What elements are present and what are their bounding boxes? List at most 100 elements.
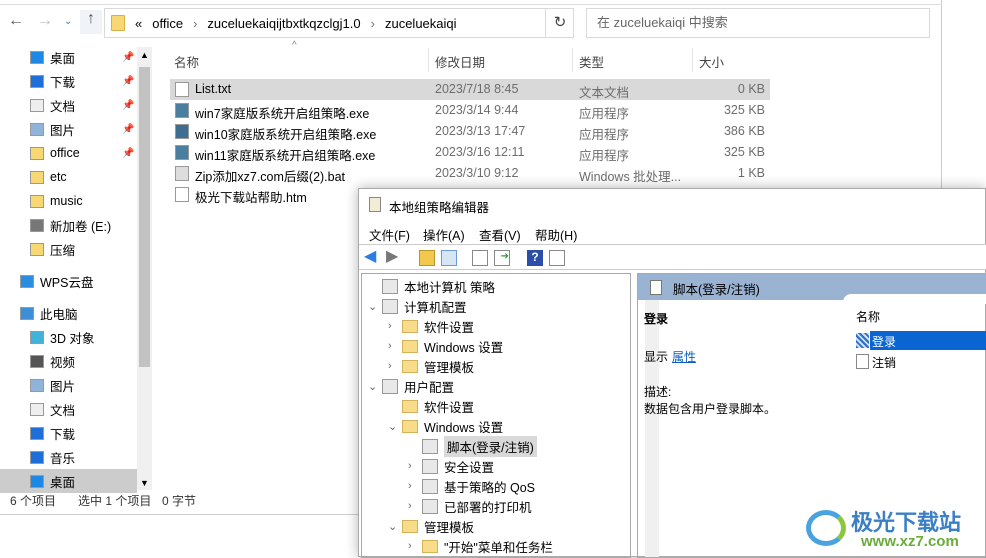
help-icon[interactable]: ? bbox=[527, 250, 543, 266]
properties-link[interactable]: 属性 bbox=[672, 348, 696, 365]
sidebar-item[interactable]: etc bbox=[0, 165, 137, 189]
column-divider[interactable] bbox=[572, 48, 573, 72]
scrollbar-thumb[interactable] bbox=[139, 67, 150, 367]
sidebar-item[interactable]: 此电脑 bbox=[0, 301, 137, 325]
tree-node-label: 管理模板 bbox=[424, 360, 475, 375]
file-name: 极光下载站帮助.htm bbox=[195, 191, 307, 205]
expand-toggle-icon[interactable]: ⌄ bbox=[368, 300, 382, 313]
column-divider[interactable] bbox=[692, 48, 693, 72]
scroll-down-icon[interactable]: ▼ bbox=[140, 478, 149, 488]
selected-count: 选中 1 个项目 bbox=[78, 494, 152, 508]
tree-node[interactable]: 软件设置 bbox=[388, 396, 474, 416]
column-name[interactable]: 名称 bbox=[174, 52, 199, 70]
breadcrumb-current[interactable]: zuceluekaiqi bbox=[385, 16, 457, 31]
sidebar-item[interactable]: 下载 📌 bbox=[0, 69, 137, 93]
expand-toggle-icon[interactable]: ⌄ bbox=[388, 520, 402, 533]
file-row[interactable]: Zip添加xz7.com后缀(2).bat 2023/3/10 9:12 Win… bbox=[170, 163, 770, 184]
refresh-button[interactable]: ↻ bbox=[545, 9, 574, 37]
menu-help[interactable]: 帮助(H) bbox=[535, 225, 577, 244]
sidebar-item[interactable]: 视频 bbox=[0, 349, 137, 373]
tree-node[interactable]: › "开始"菜单和任务栏 bbox=[408, 536, 553, 556]
forward-button[interactable]: → bbox=[37, 12, 53, 30]
back-button[interactable]: ← bbox=[8, 12, 24, 30]
file-row[interactable]: List.txt 2023/7/18 8:45 文本文档 0 KB bbox=[170, 79, 770, 100]
sidebar-item[interactable]: music bbox=[0, 189, 137, 213]
tree-node[interactable]: ⌄ 用户配置 bbox=[368, 376, 454, 396]
breadcrumb-office[interactable]: office bbox=[152, 16, 183, 31]
export-list-icon[interactable]: ➔ bbox=[494, 250, 510, 266]
expand-toggle-icon[interactable]: ⌄ bbox=[388, 420, 402, 433]
sidebar-item[interactable]: 音乐 bbox=[0, 445, 137, 469]
list-item-logon[interactable]: 登录 bbox=[856, 331, 986, 351]
toolbar: ◀ ▶ ➔ ? bbox=[359, 244, 986, 270]
file-size: 0 KB bbox=[737, 82, 765, 96]
tree-node[interactable]: ⌄ 管理模板 bbox=[388, 516, 474, 536]
expand-toggle-icon[interactable]: › bbox=[388, 340, 402, 352]
back-icon[interactable]: ◀ bbox=[364, 246, 380, 265]
expand-toggle-icon[interactable]: › bbox=[388, 360, 402, 372]
sidebar-item[interactable]: 文档 bbox=[0, 397, 137, 421]
pin-icon[interactable]: 📌 bbox=[122, 52, 134, 63]
sidebar-item[interactable]: office 📌 bbox=[0, 141, 137, 165]
tree-node[interactable]: ⌄ 计算机配置 bbox=[368, 296, 467, 316]
sidebar-item[interactable]: 桌面 bbox=[0, 469, 137, 493]
tree-node[interactable]: › 安全设置 bbox=[408, 456, 494, 476]
file-row[interactable]: win11家庭版系统开启组策略.exe 2023/3/16 12:11 应用程序… bbox=[170, 142, 770, 163]
list-column-name[interactable]: 名称 bbox=[856, 308, 880, 325]
list-item-logoff[interactable]: 注销 bbox=[856, 352, 986, 372]
tree-node[interactable]: › 已部署的打印机 bbox=[408, 496, 532, 516]
column-date[interactable]: 修改日期 bbox=[435, 52, 485, 70]
sidebar-item[interactable]: 图片 📌 bbox=[0, 117, 137, 141]
show-action-pane-icon[interactable] bbox=[549, 250, 565, 266]
file-row[interactable]: win7家庭版系统开启组策略.exe 2023/3/14 9:44 应用程序 3… bbox=[170, 100, 770, 121]
column-divider[interactable] bbox=[428, 48, 429, 72]
properties-icon[interactable] bbox=[472, 250, 488, 266]
folder-icon bbox=[30, 146, 44, 160]
column-type[interactable]: 类型 bbox=[579, 52, 604, 70]
expand-toggle-icon[interactable]: ⌄ bbox=[368, 380, 382, 393]
tree-node[interactable]: › 管理模板 bbox=[388, 356, 474, 376]
expand-toggle-icon[interactable]: › bbox=[408, 540, 422, 552]
expand-toggle-icon[interactable]: › bbox=[408, 500, 422, 512]
node-icon bbox=[422, 438, 438, 454]
breadcrumb-parent[interactable]: zuceluekaiqijtbxtkqzclgj1.0 bbox=[207, 16, 360, 31]
up-folder-icon[interactable] bbox=[419, 250, 435, 266]
sidebar-item[interactable]: 压缩 bbox=[0, 237, 137, 261]
menu-file[interactable]: 文件(F) bbox=[369, 225, 410, 244]
forward-icon[interactable]: ▶ bbox=[386, 246, 402, 265]
sidebar-item[interactable]: WPS云盘 bbox=[0, 269, 137, 293]
computer-icon bbox=[20, 306, 34, 320]
up-button[interactable]: ↑ bbox=[80, 10, 102, 34]
expand-toggle-icon[interactable]: › bbox=[408, 460, 422, 472]
expand-toggle-icon[interactable]: › bbox=[408, 480, 422, 492]
sidebar-item[interactable]: 图片 bbox=[0, 373, 137, 397]
video-icon bbox=[30, 354, 44, 368]
pin-icon[interactable]: 📌 bbox=[122, 148, 134, 159]
pin-icon[interactable]: 📌 bbox=[122, 124, 134, 135]
group-policy-editor-window: 本地组策略编辑器 文件(F) 操作(A) 查看(V) 帮助(H) ◀ ▶ ➔ ?… bbox=[358, 188, 986, 558]
pin-icon[interactable]: 📌 bbox=[122, 76, 134, 87]
tree-node[interactable]: › 软件设置 bbox=[388, 316, 474, 336]
tree-node[interactable]: ⌄ Windows 设置 bbox=[388, 416, 503, 436]
sidebar-item[interactable]: 下载 bbox=[0, 421, 137, 445]
recent-dropdown-icon[interactable]: ⌄ bbox=[64, 16, 72, 27]
address-bar[interactable]: « office › zuceluekaiqijtbxtkqzclgj1.0 › z… bbox=[104, 8, 574, 38]
expand-toggle-icon[interactable]: › bbox=[388, 320, 402, 332]
sidebar-item[interactable]: 新加卷 (E:) bbox=[0, 213, 137, 237]
scroll-up-icon[interactable]: ▲ bbox=[140, 50, 149, 60]
menu-action[interactable]: 操作(A) bbox=[423, 225, 465, 244]
file-row[interactable]: win10家庭版系统开启组策略.exe 2023/3/13 17:47 应用程序… bbox=[170, 121, 770, 142]
sidebar-item[interactable]: 文档 📌 bbox=[0, 93, 137, 117]
breadcrumb-overflow[interactable]: « bbox=[135, 16, 142, 31]
sidebar-item[interactable]: 桌面 📌 bbox=[0, 45, 137, 69]
search-input[interactable]: 在 zuceluekaiqi 中搜索 bbox=[586, 8, 930, 38]
menu-view[interactable]: 查看(V) bbox=[479, 225, 521, 244]
pin-icon[interactable]: 📌 bbox=[122, 100, 134, 111]
tree-node[interactable]: › 基于策略的 QoS bbox=[408, 476, 535, 496]
column-size[interactable]: 大小 bbox=[699, 52, 724, 70]
tree-node[interactable]: 本地计算机 策略 bbox=[368, 276, 495, 296]
tree-node[interactable]: › Windows 设置 bbox=[388, 336, 503, 356]
sidebar-item[interactable]: 3D 对象 bbox=[0, 325, 137, 349]
show-hide-tree-icon[interactable] bbox=[441, 250, 457, 266]
tree-node[interactable]: 脚本(登录/注销) bbox=[408, 435, 537, 457]
